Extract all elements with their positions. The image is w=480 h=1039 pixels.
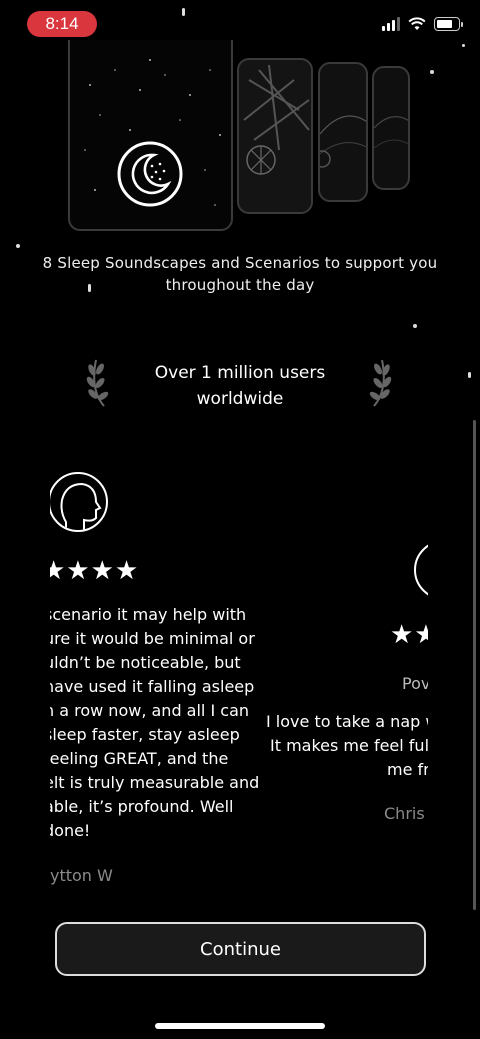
soundscape-card[interactable]	[372, 66, 410, 190]
user-count-headline: Over 1 million users worldwide	[154, 363, 326, 409]
review-body: I love to take a nap w It makes me feel …	[266, 712, 428, 779]
reviewer-avatar	[50, 472, 108, 532]
review-stars: ★★	[390, 620, 428, 650]
star-dot	[462, 44, 465, 47]
moon-icon	[117, 141, 183, 207]
star-dot	[182, 8, 185, 16]
home-indicator[interactable]	[155, 1023, 325, 1029]
review-stars: ★★★★	[50, 556, 140, 586]
soundscape-card[interactable]	[318, 62, 368, 202]
reviews-carousel[interactable]: ★★★★ scenario it may help with ure it wo…	[50, 460, 428, 890]
continue-button[interactable]: Continue	[55, 922, 426, 976]
star-dot	[413, 324, 417, 328]
person-icon	[60, 482, 102, 530]
cellular-signal-icon	[382, 17, 400, 31]
star-dot	[430, 70, 434, 74]
laurel-right-icon	[369, 359, 392, 407]
wifi-icon	[408, 17, 426, 30]
review-author: Chris	[384, 804, 425, 823]
star-dot	[468, 372, 471, 378]
status-icons	[382, 17, 463, 31]
scrollbar[interactable]	[473, 420, 476, 910]
reviewer-avatar	[414, 540, 428, 600]
laurel-left-icon	[86, 359, 109, 407]
soundscape-card[interactable]	[237, 58, 313, 214]
review-author: ytton W	[50, 866, 113, 885]
review-body: scenario it may help with ure it would b…	[50, 605, 260, 840]
feature-caption: 8 Sleep Soundscapes and Scenarios to sup…	[42, 254, 438, 294]
review-title: Pov	[402, 674, 428, 693]
status-time: 8:14	[27, 11, 97, 37]
battery-icon	[434, 17, 463, 31]
star-dot	[16, 244, 20, 248]
